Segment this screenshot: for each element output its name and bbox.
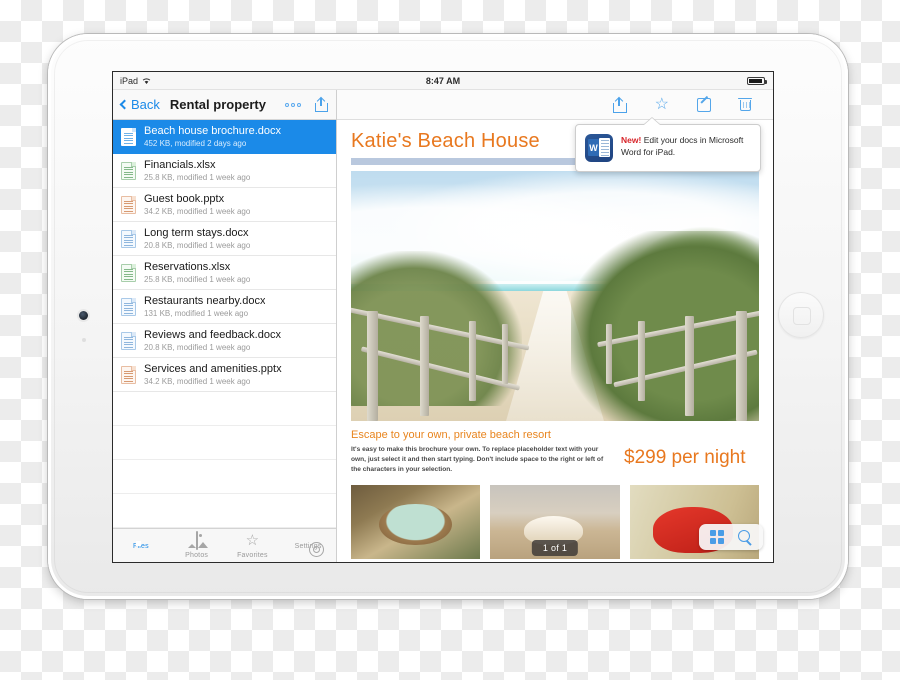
edit-pencil-icon[interactable] [697,97,711,112]
share-icon[interactable] [612,96,627,113]
file-row[interactable]: Reviews and feedback.docx 20.8 KB, modifi… [113,324,336,358]
word-letter: W [588,139,599,156]
status-bar: iPad 8:47 AM [113,72,773,90]
xlsx-file-icon [121,263,136,282]
word-promo-tooltip[interactable]: W New! Edit your docs in Microsoft Word … [575,124,761,172]
tab-favorites[interactable]: ☆ Favorites [225,532,281,559]
file-browser-pane: Back Rental property Beach house brochur… [113,90,337,562]
home-button[interactable] [778,292,824,338]
document-viewer-pane: ☆ Katie's Beach House Escape to your own… [337,90,773,562]
back-button-label: Back [131,97,160,112]
tab-label: Favorites [237,552,268,559]
empty-list-row [113,392,336,426]
file-row-texts: Beach house brochure.docx 452 KB, modifie… [144,125,281,148]
docx-file-icon [121,127,136,146]
brochure-price: $299 per night [624,447,746,468]
grid-view-icon[interactable] [710,530,724,544]
back-button[interactable]: Back [119,97,160,112]
file-browser-navbar: Back Rental property [113,90,336,120]
file-name: Beach house brochure.docx [144,125,281,138]
file-name: Reviews and feedback.docx [144,329,281,342]
page-indicator: 1 of 1 [531,540,579,556]
file-meta: 25.8 KB, modified 1 week ago [144,172,251,182]
docx-file-icon [121,331,136,350]
file-row[interactable]: Long term stays.docx 20.8 KB, modified 1 … [113,222,336,256]
app-body: Back Rental property Beach house brochur… [113,90,773,562]
docx-file-icon [121,229,136,248]
xlsx-file-icon [121,161,136,180]
document-scroll-area[interactable]: Katie's Beach House Escape to your own, … [337,120,773,562]
document-toolbar: ☆ [337,90,773,120]
brochure-subheading: Escape to your own, private beach resort [351,429,551,441]
file-name: Guest book.pptx [144,193,225,206]
trash-icon[interactable] [738,97,752,112]
file-row[interactable]: Guest book.pptx 34.2 KB, modified 1 week … [113,188,336,222]
file-meta: 20.8 KB, modified 1 week ago [144,240,251,250]
file-name: Reservations.xlsx [144,261,231,274]
tooltip-text: New! Edit your docs in Microsoft Word fo… [621,134,751,159]
file-row[interactable]: Financials.xlsx 25.8 KB, modified 1 week … [113,154,336,188]
word-app-icon: W [585,134,613,162]
brochure-body-text: It's easy to make this brochure your own… [351,446,604,473]
bottom-tab-bar[interactable]: Files Photos ☆ Favorites Settings [113,528,336,562]
tab-photos[interactable]: Photos [169,531,225,559]
file-name: Restaurants nearby.docx [144,295,266,308]
word-page-glyph [599,138,610,157]
empty-list-row [113,494,336,528]
file-row-texts: Services and amenities.pptx 34.2 KB, modi… [144,363,282,386]
screenshot-root: iPad 8:47 AM Back Rental property Beach … [0,0,900,680]
microphone [82,338,86,342]
battery-icon [747,76,767,85]
file-row-texts: Reviews and feedback.docx 20.8 KB, modifi… [144,329,281,352]
empty-list-row [113,426,336,460]
file-row[interactable]: Services and amenities.pptx 34.2 KB, modi… [113,358,336,392]
file-row-texts: Financials.xlsx 25.8 KB, modified 1 week … [144,159,250,182]
front-camera [79,311,88,320]
file-meta: 34.2 KB, modified 1 week ago [144,376,251,386]
star-icon: ☆ [245,532,260,549]
file-meta: 25.8 KB, modified 1 week ago [144,274,251,284]
file-meta: 131 KB, modified 1 week ago [144,308,249,318]
brochure-page: Katie's Beach House Escape to your own, … [337,120,773,559]
ipad-device-frame: iPad 8:47 AM Back Rental property Beach … [48,34,848,599]
share-icon[interactable] [315,96,328,112]
file-name: Services and amenities.pptx [144,363,282,376]
status-bar-clock: 8:47 AM [425,75,461,86]
file-meta: 34.2 KB, modified 1 week ago [144,206,251,216]
tooltip-new-badge: New! [621,135,642,145]
thumbnail-bath-salts [351,484,481,559]
tab-files[interactable]: Files [113,541,169,550]
hero-beach-image [351,171,759,421]
pptx-file-icon [121,195,136,214]
empty-list-row [113,460,336,494]
brochure-columns: It's easy to make this brochure your own… [351,445,759,475]
file-meta: 20.8 KB, modified 1 week ago [144,342,251,352]
file-row[interactable]: Reservations.xlsx 25.8 KB, modified 1 wee… [113,256,336,290]
file-row[interactable]: Beach house brochure.docx 452 KB, modifie… [113,120,336,154]
star-icon[interactable]: ☆ [655,96,669,113]
file-name: Financials.xlsx [144,159,216,172]
file-row[interactable]: Restaurants nearby.docx 131 KB, modified … [113,290,336,324]
chevron-left-icon [119,99,130,110]
tab-label: Photos [185,552,209,559]
file-meta: 452 KB, modified 2 days ago [144,138,247,148]
floating-view-controls [699,524,763,550]
search-icon[interactable] [738,530,752,544]
file-row-texts: Guest book.pptx 34.2 KB, modified 1 week … [144,193,250,216]
tab-settings[interactable]: Settings [280,541,336,550]
photos-icon [187,531,208,550]
file-row-texts: Reservations.xlsx 25.8 KB, modified 1 wee… [144,261,250,284]
folder-title: Rental property [169,97,266,112]
more-dots-icon[interactable] [285,102,301,107]
ipad-screen: iPad 8:47 AM Back Rental property Beach … [113,72,773,562]
file-list[interactable]: Beach house brochure.docx 452 KB, modifie… [113,120,336,528]
file-row-texts: Long term stays.docx 20.8 KB, modified 1 … [144,227,250,250]
file-row-texts: Restaurants nearby.docx 131 KB, modified … [144,295,265,318]
docx-file-icon [121,297,136,316]
file-name: Long term stays.docx [144,227,249,240]
pptx-file-icon [121,365,136,384]
